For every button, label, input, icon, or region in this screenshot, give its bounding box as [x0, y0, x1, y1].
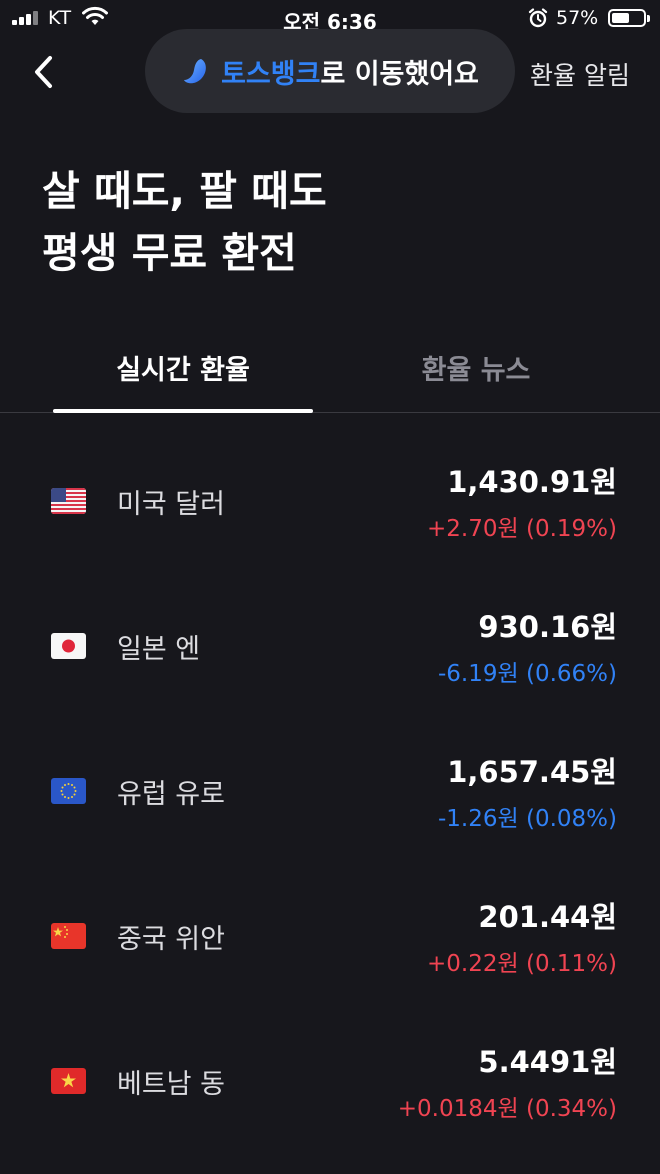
title-line-1: 살 때도, 팔 때도 [42, 167, 327, 215]
tab-exchange-news[interactable]: 환율 뉴스 [346, 348, 606, 387]
currency-list: 미국 달러 1,430.91원 +2.70원 (0.19%) 일본 엔 930.… [0, 413, 660, 1138]
currency-row-cny[interactable]: 중국 위안 201.44원 +0.22원 (0.11%) [0, 848, 660, 993]
toast-brand: 토스뱅크 [221, 58, 321, 90]
currency-row-eur[interactable]: 유럽 유로 1,657.45원 -1.26원 (0.08%) [0, 703, 660, 848]
toast-notification: 토스뱅크로 이동했어요 [145, 29, 515, 113]
battery-percent: 57% [556, 7, 599, 29]
currency-name: 유럽 유로 [117, 779, 225, 810]
back-button[interactable] [28, 52, 62, 92]
rate-change: -1.26원 (0.08%) [438, 806, 617, 832]
rate-change: -6.19원 (0.66%) [438, 661, 617, 687]
currency-name: 미국 달러 [117, 489, 225, 520]
currency-name: 일본 엔 [117, 634, 201, 665]
currency-name: 베트남 동 [117, 1069, 225, 1100]
currency-row-jpy[interactable]: 일본 엔 930.16원 -6.19원 (0.66%) [0, 558, 660, 703]
toss-logo-icon [184, 59, 206, 84]
page-title: 살 때도, 팔 때도 평생 무료 환전 [42, 160, 327, 284]
exchange-rate: 201.44원 [478, 900, 617, 934]
tab-bar: 실시간 환율 환율 뉴스 [0, 330, 660, 413]
currency-name: 중국 위안 [117, 924, 225, 955]
tab-realtime-rates[interactable]: 실시간 환율 [53, 348, 313, 387]
eu-flag-icon [51, 778, 86, 804]
exchange-rate-alert-link[interactable]: 환율 알림 [530, 56, 630, 92]
exchange-rate: 5.4491원 [478, 1045, 617, 1079]
currency-row-vnd[interactable]: 베트남 동 5.4491원 +0.0184원 (0.34%) [0, 993, 660, 1138]
toast-text: 토스뱅크로 이동했어요 [221, 52, 479, 91]
battery-icon [608, 9, 650, 27]
exchange-rate: 1,657.45원 [447, 755, 617, 789]
rate-change: +0.0184원 (0.34%) [397, 1096, 617, 1122]
alarm-icon [528, 8, 548, 28]
toast-message: 로 이동했어요 [320, 58, 479, 90]
exchange-rate: 1,430.91원 [447, 465, 617, 499]
title-line-2: 평생 무료 환전 [42, 229, 297, 277]
china-flag-icon [51, 923, 86, 949]
japan-flag-icon [51, 633, 86, 659]
us-flag-icon [51, 488, 86, 514]
currency-row-usd[interactable]: 미국 달러 1,430.91원 +2.70원 (0.19%) [0, 413, 660, 558]
vietnam-flag-icon [51, 1068, 86, 1094]
rate-change: +0.22원 (0.11%) [427, 951, 617, 977]
exchange-rate: 930.16원 [478, 610, 617, 644]
rate-change: +2.70원 (0.19%) [427, 516, 617, 542]
